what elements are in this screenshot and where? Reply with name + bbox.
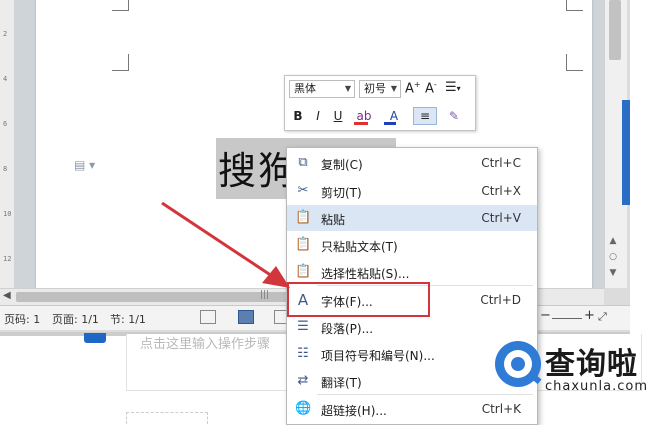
logo-ring bbox=[504, 350, 532, 378]
logo-dot bbox=[511, 357, 525, 371]
watermark-url: chaxunla.com bbox=[545, 379, 648, 394]
watermark-title: 查询啦 bbox=[545, 347, 638, 382]
watermark-logo: 查询啦 chaxunla.com bbox=[495, 335, 660, 405]
